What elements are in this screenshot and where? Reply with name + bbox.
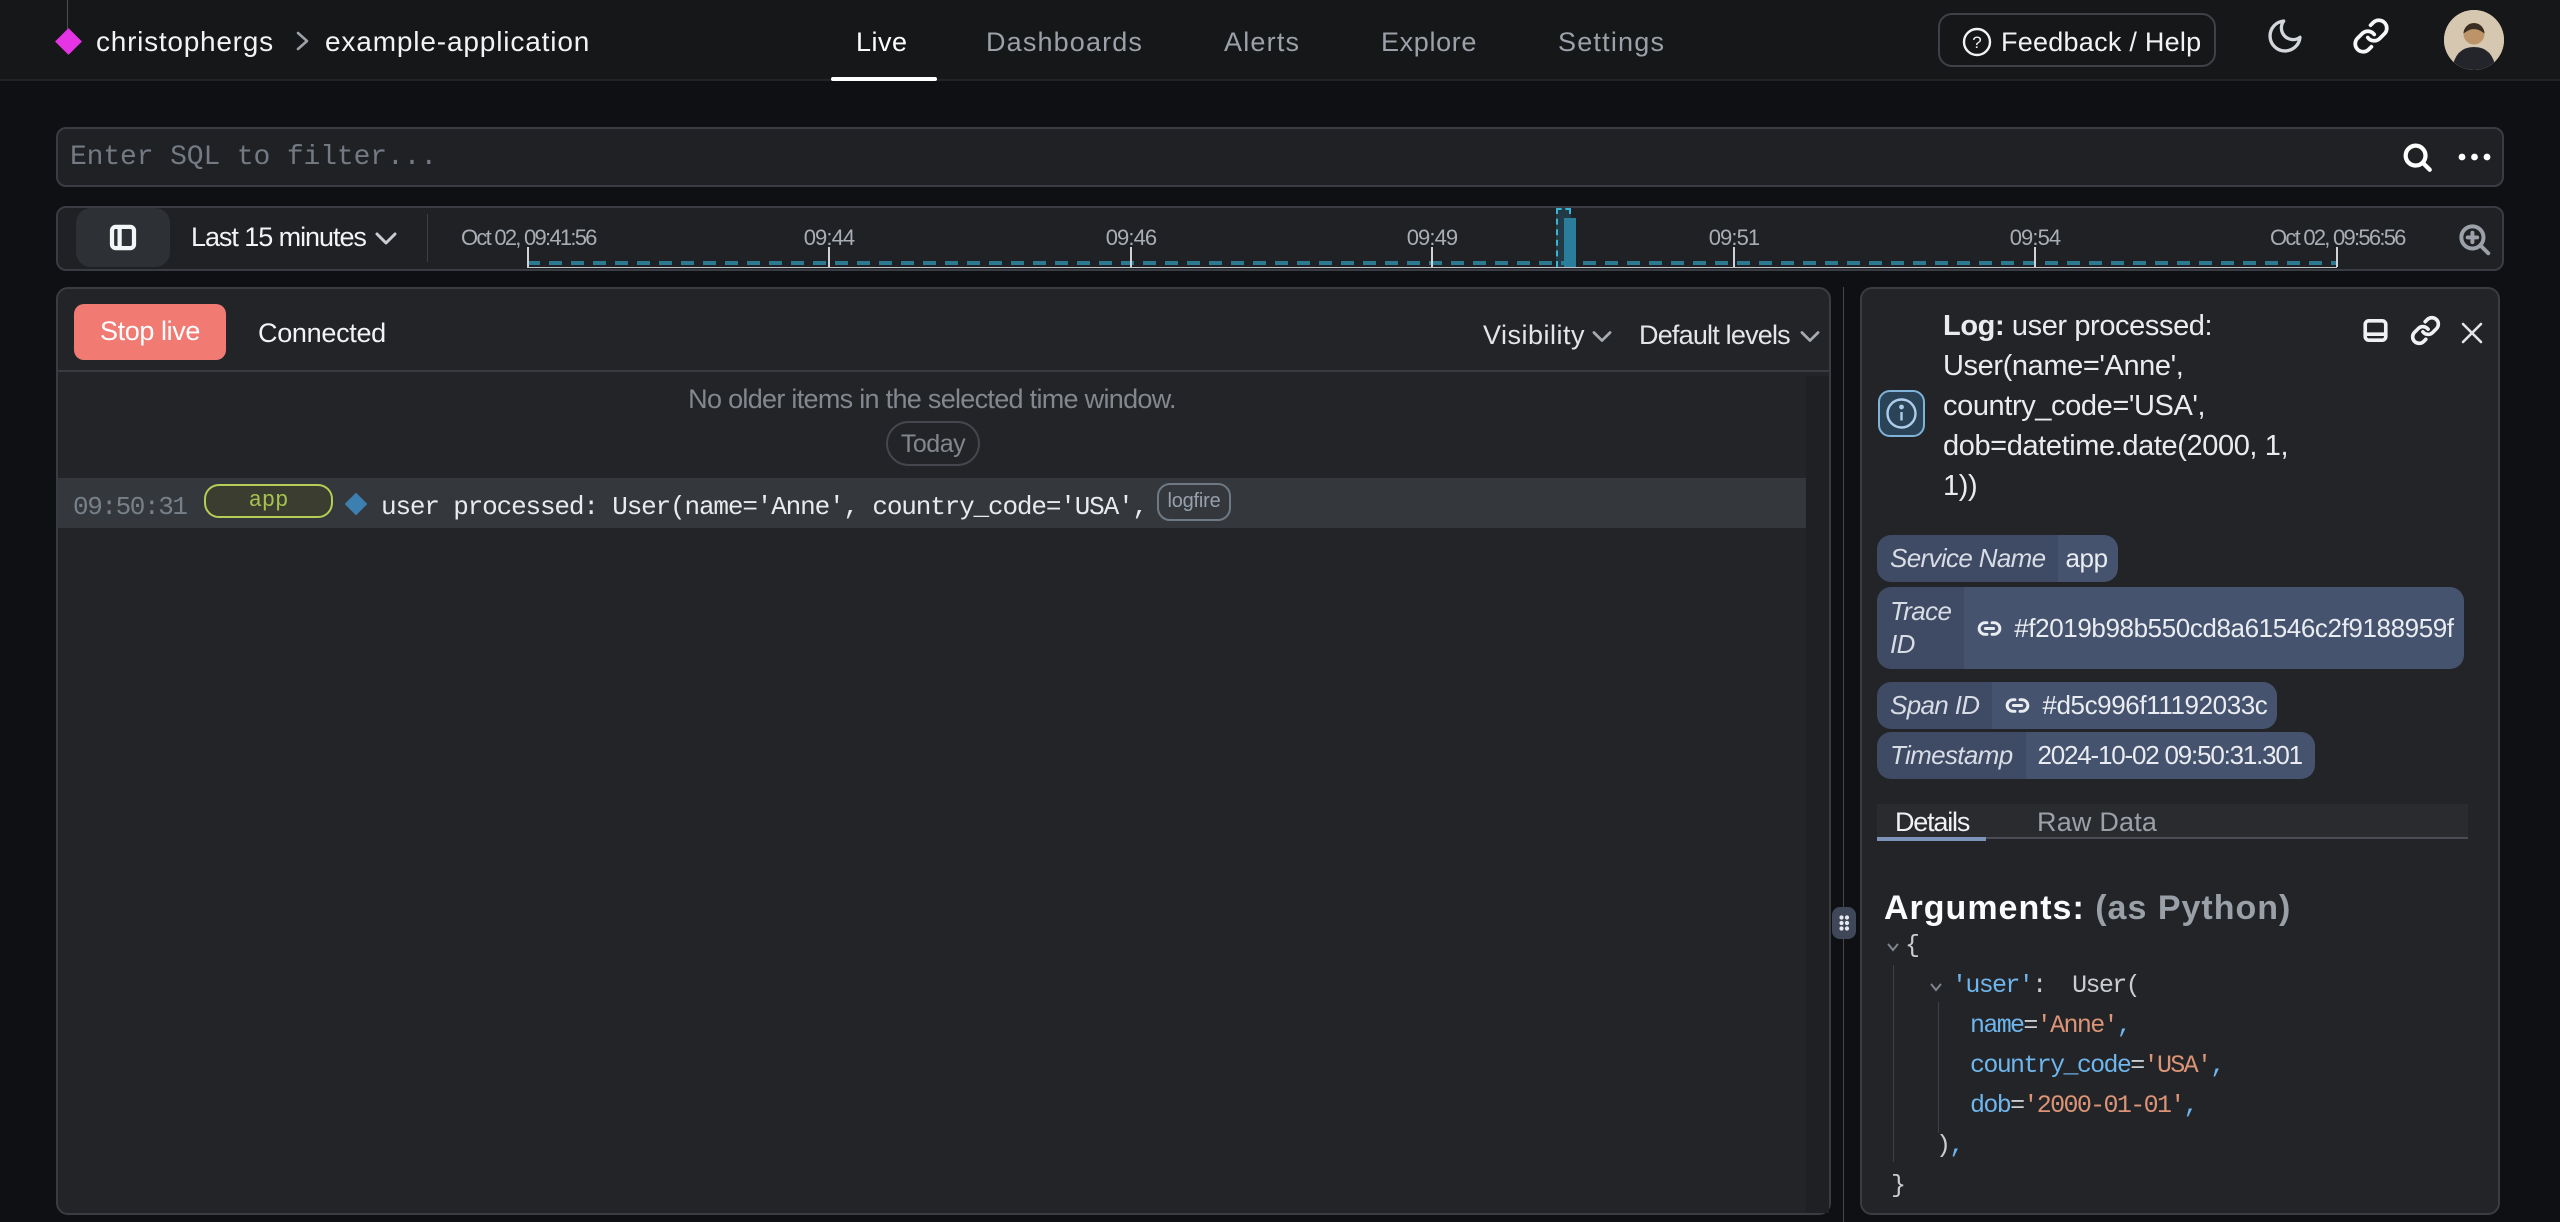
svg-text:?: ?: [1972, 33, 1981, 52]
